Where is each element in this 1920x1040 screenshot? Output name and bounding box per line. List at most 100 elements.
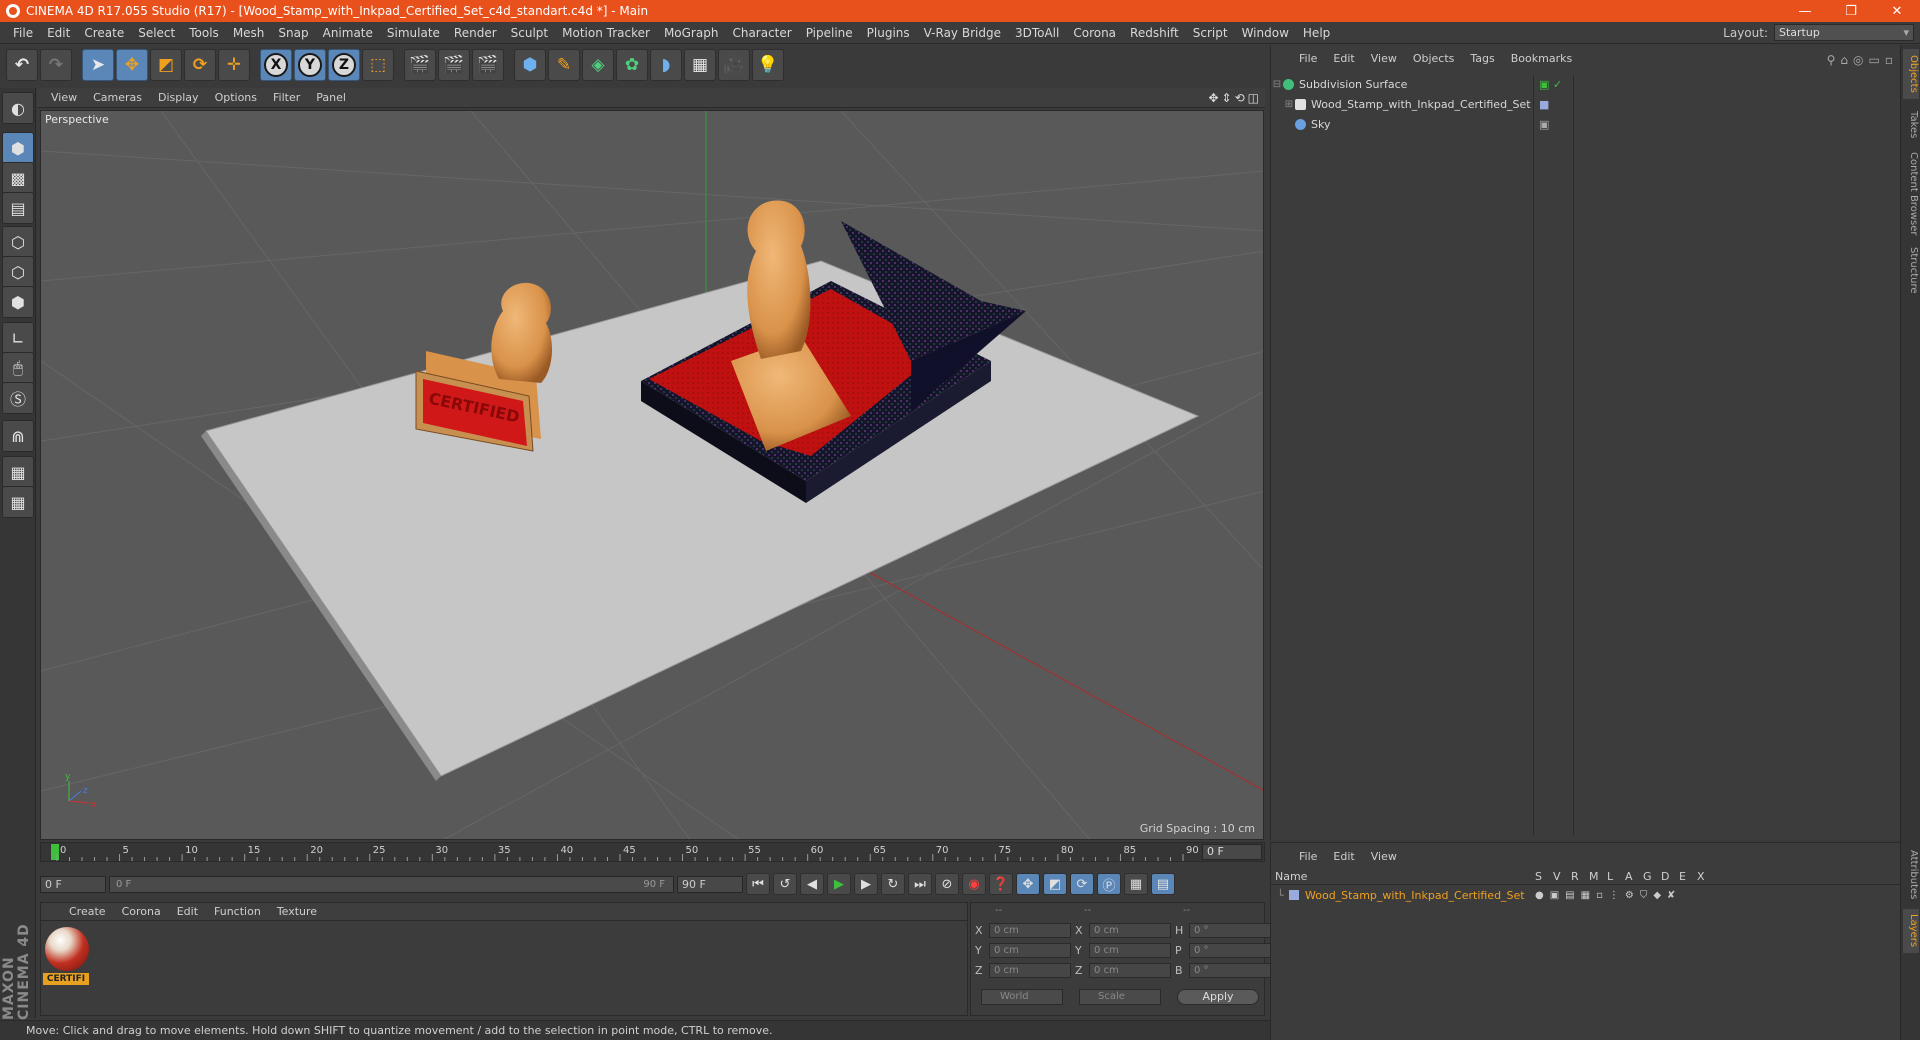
current-frame-field[interactable]: 0 F — [1202, 844, 1262, 860]
objects-menu-view[interactable]: View — [1363, 52, 1405, 65]
rotation-h-field[interactable]: 0 ° — [1189, 923, 1271, 938]
tab-content-browser[interactable]: Content Browser — [1903, 149, 1919, 239]
maximize-button[interactable]: ❐ — [1828, 0, 1874, 22]
texture-mode-button[interactable]: ▩ — [2, 162, 34, 194]
menu-mesh[interactable]: Mesh — [226, 26, 272, 40]
menu-tools[interactable]: Tools — [182, 26, 226, 40]
snap-toggle-button[interactable]: Ⓢ — [2, 382, 34, 414]
live-selection-button[interactable]: ➤ — [82, 49, 114, 81]
material-thumbnail[interactable] — [45, 927, 89, 971]
tab-structure[interactable]: Structure — [1903, 243, 1919, 298]
key-pla-button[interactable]: ▦ — [1124, 873, 1148, 895]
objects-menu-edit[interactable]: Edit — [1325, 52, 1362, 65]
key-rotation-button[interactable]: ⟳ — [1070, 873, 1094, 895]
objects-menu-file[interactable]: File — [1291, 52, 1325, 65]
orbit-icon[interactable]: ⟲ — [1235, 91, 1245, 105]
z-axis-lock-button[interactable]: Z — [328, 49, 360, 81]
tag-icon[interactable]: ▣ — [1539, 118, 1549, 131]
menu-create[interactable]: Create — [77, 26, 131, 40]
key-scale-button[interactable]: ◩ — [1043, 873, 1067, 895]
toggle-views-icon[interactable]: ◫ — [1248, 91, 1259, 105]
timeline-window-button[interactable]: ▤ — [1151, 873, 1175, 895]
menu-vray-bridge[interactable]: V-Ray Bridge — [917, 26, 1008, 40]
tab-objects[interactable]: Objects — [1903, 49, 1919, 99]
viewport-menu-cameras[interactable]: Cameras — [85, 91, 150, 104]
menu-help[interactable]: Help — [1296, 26, 1337, 40]
tab-takes[interactable]: Takes — [1903, 105, 1919, 145]
menu-pipeline[interactable]: Pipeline — [799, 26, 860, 40]
add-floor-button[interactable]: ▦ — [684, 49, 716, 81]
autokey-button[interactable]: ◉ — [962, 873, 986, 895]
menu-motion-tracker[interactable]: Motion Tracker — [555, 26, 657, 40]
menu-render[interactable]: Render — [447, 26, 504, 40]
workplane-align-button[interactable]: ▦ — [2, 486, 34, 518]
material-menu-corona[interactable]: Corona — [114, 905, 169, 918]
y-axis-lock-button[interactable]: Y — [294, 49, 326, 81]
pan-icon[interactable]: ✥ — [1208, 91, 1218, 105]
expand-icon[interactable]: ⊞ — [1283, 99, 1295, 110]
checkmark-icon[interactable]: ▣ ✓ — [1539, 78, 1562, 91]
objects-menu-bookmarks[interactable]: Bookmarks — [1503, 52, 1580, 65]
key-selection-button[interactable]: ❓ — [989, 873, 1013, 895]
menu-edit[interactable]: Edit — [40, 26, 77, 40]
menu-animate[interactable]: Animate — [316, 26, 380, 40]
go-to-end-button[interactable]: ⏭ — [908, 873, 932, 895]
magnet-button[interactable]: ⋒ — [2, 420, 34, 452]
workplane-mode-button[interactable]: ▤ — [2, 192, 34, 224]
rotation-b-field[interactable]: 0 ° — [1189, 963, 1271, 978]
material-menu-create[interactable]: Create — [61, 905, 114, 918]
home-icon[interactable]: ⌂ — [1840, 53, 1848, 67]
object-row[interactable]: Sky ▣ — [1271, 115, 1901, 134]
position-x-field[interactable]: 0 cm — [989, 923, 1071, 938]
menu-plugins[interactable]: Plugins — [860, 26, 917, 40]
workplane-lock-button[interactable]: ▦ — [2, 456, 34, 488]
tweak-mode-button[interactable]: 🖱 — [2, 352, 34, 384]
material-name[interactable]: CERTIFI — [43, 973, 89, 985]
layer-toggle-icons[interactable]: ●▣▤▦▫⋮⚙⛉◆✘ — [1535, 890, 1681, 901]
objects-menu-tags[interactable]: Tags — [1462, 52, 1502, 65]
polygons-mode-button[interactable]: ⬢ — [2, 286, 34, 318]
menu-select[interactable]: Select — [131, 26, 182, 40]
layer-row[interactable]: └ Wood_Stamp_with_Inkpad_Certified_Set ●… — [1271, 886, 1901, 904]
add-pen-button[interactable]: ✎ — [548, 49, 580, 81]
add-cube-button[interactable]: ⬢ — [514, 49, 546, 81]
menu-3dtoall[interactable]: 3DToAll — [1008, 26, 1066, 40]
object-row[interactable]: ⊟ Subdivision Surface ▣ ✓ — [1271, 75, 1901, 94]
object-row[interactable]: ⊞ Wood_Stamp_with_Inkpad_Certified_Set ■ — [1271, 95, 1901, 114]
menu-script[interactable]: Script — [1186, 26, 1235, 40]
add-subdivision-button[interactable]: ◈ — [582, 49, 614, 81]
menu-redshift[interactable]: Redshift — [1123, 26, 1186, 40]
collapse-icon[interactable]: ⊟ — [1271, 79, 1283, 90]
add-light-button[interactable]: 💡 — [752, 49, 784, 81]
search-icon[interactable]: ⚲ — [1827, 53, 1836, 67]
menu-simulate[interactable]: Simulate — [380, 26, 447, 40]
points-mode-button[interactable]: ⬡ — [2, 226, 34, 258]
next-frame-button[interactable]: ▶ — [854, 873, 878, 895]
layout-dropdown[interactable]: Startup — [1774, 24, 1914, 41]
world-dropdown[interactable]: World — [981, 989, 1063, 1005]
size-z-field[interactable]: 0 cm — [1089, 963, 1171, 978]
close-button[interactable]: ✕ — [1874, 0, 1920, 22]
previous-key-button[interactable]: ↺ — [773, 873, 797, 895]
tab-attributes[interactable]: Attributes — [1903, 845, 1919, 905]
lock-icon[interactable]: ▫ — [1885, 53, 1893, 67]
viewport-menu-panel[interactable]: Panel — [308, 91, 354, 104]
coordinate-system-button[interactable]: ⬚ — [362, 49, 394, 81]
rotation-p-field[interactable]: 0 ° — [1189, 943, 1271, 958]
viewport-3d[interactable]: CERTIFIED y z x Perspective Grid Spacing… — [40, 110, 1264, 840]
viewport-menu-options[interactable]: Options — [207, 91, 265, 104]
go-to-start-button[interactable]: ⏮ — [746, 873, 770, 895]
position-y-field[interactable]: 0 cm — [989, 943, 1071, 958]
layer-color-icon[interactable]: ■ — [1539, 98, 1549, 111]
tab-layers[interactable]: Layers — [1903, 909, 1919, 953]
previous-frame-button[interactable]: ◀ — [800, 873, 824, 895]
size-y-field[interactable]: 0 cm — [1089, 943, 1171, 958]
menu-corona[interactable]: Corona — [1066, 26, 1123, 40]
layer-name[interactable]: Wood_Stamp_with_Inkpad_Certified_Set — [1305, 889, 1535, 902]
render-picture-viewer-button[interactable]: 🎬 — [438, 49, 470, 81]
viewport-menu-display[interactable]: Display — [150, 91, 207, 104]
layer-color-icon[interactable] — [1289, 890, 1299, 900]
position-z-field[interactable]: 0 cm — [989, 963, 1071, 978]
edges-mode-button[interactable]: ⬡ — [2, 256, 34, 288]
size-x-field[interactable]: 0 cm — [1089, 923, 1171, 938]
